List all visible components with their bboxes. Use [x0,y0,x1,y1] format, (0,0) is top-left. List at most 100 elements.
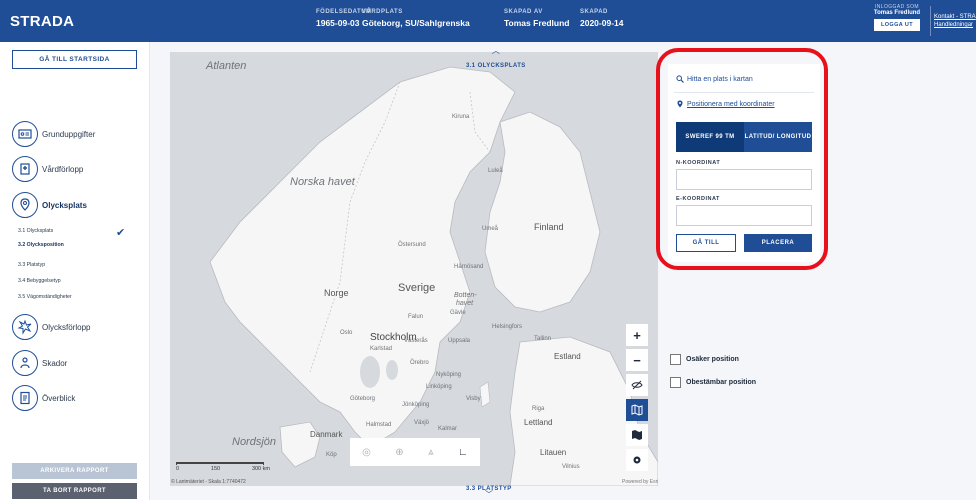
map-label-kob: Köp [326,452,337,458]
delete-report-button[interactable]: TA BORT RAPPORT [12,483,137,499]
nav-label: Överblick [42,393,76,403]
location-icon [12,192,38,218]
contact-link[interactable]: Kontakt - STRA [934,13,976,21]
chevron-down-icon: ﹀ [484,490,493,499]
map-label-riga: Riga [532,406,545,412]
map-label-havet: havet [456,300,474,307]
map-label-goteborg: Göteborg [350,396,376,402]
scale-150: 150 [210,466,221,472]
measure-icon[interactable]: ∟ [458,447,468,458]
map-scale: 0 150 300 km [176,462,270,472]
settings-button[interactable] [626,449,648,471]
check-icon: ✔ [116,227,126,239]
map-label-orebro: Örebro [410,360,429,366]
map-label-danmark: Danmark [310,430,343,439]
chevron-up-icon: ︿ [491,46,500,55]
header-links: Kontakt - STRA Handledningar [934,13,976,29]
map-label-lulea: Luleå [488,168,503,174]
map-label-nykoping: Nyköping [436,372,462,378]
map-label-jonkoping: Jönköping [402,402,430,408]
undeterminable-position-box[interactable] [670,377,681,388]
target-icon[interactable]: ◎ [362,447,371,458]
road-icon[interactable]: ⩓ [428,447,434,458]
created-by-value: Tomas Fredlund [504,18,570,28]
powered-by: Powered by Esri [622,479,659,485]
scale-300: 300 km [251,466,270,472]
uncertain-position-checkbox[interactable]: Osäker position [670,354,739,365]
map-label-vaxjo: Växjö [414,420,430,426]
subitem-platstyp[interactable]: 3.3 Platstyp [18,262,45,268]
map-label-nordsjon: Nordsjön [232,436,277,448]
map-label-gavle: Gävle [450,310,466,316]
created-value: 2020-09-14 [580,18,624,28]
undeterminable-position-checkbox[interactable]: Obestämbar position [670,377,756,388]
careplace-value: Göteborg, SU/Sahlgrenska [362,18,470,28]
prev-section-label: 3.1 OLYCKSPLATS [466,63,526,69]
basemap-icon [632,430,642,440]
gear-icon [633,456,641,464]
map-label-visby: Visby [466,396,481,402]
zoom-in-button[interactable]: + [626,324,648,346]
nav-olycksplats[interactable]: Olycksplats [12,192,87,218]
map-label-lettland: Lettland [524,418,553,427]
map-label-norge: Norge [324,288,349,298]
map-label-vasteras: Västerås [404,338,428,344]
subitem-bebyggelsetyp[interactable]: 3.4 Bebyggelsetyp [18,278,61,284]
next-section-link[interactable]: 3.3 PLATSTYP ﹀ [466,486,512,499]
map-toolbar: ◎ ⊕ ⩓ ∟ [350,438,480,466]
nav-overblick[interactable]: Överblick [12,385,75,411]
nav-label: Olycksförlopp [42,322,91,332]
map-label-litauen: Litauen [540,448,567,457]
map-view[interactable]: Atlanten Norska havet Nordsjön Sverige N… [170,52,658,486]
prev-section-link[interactable]: ︿ 3.1 OLYCKSPLATS [466,47,526,72]
map-attribution: © Lantmäteriet - Skala 1:7740472 [171,479,246,485]
subitem-vagomstandigheter[interactable]: 3.5 Vägomständigheter [18,294,72,300]
document-icon [12,385,38,411]
undeterminable-position-label: Obestämbar position [686,379,757,386]
hide-layer-button[interactable] [626,374,648,396]
careplace-label: VÅRDPLATS [362,9,403,15]
nav-label: Grunduppgifter [42,129,96,139]
map-label-halmstad: Halmstad [366,422,392,428]
map-label-linkoping: Linköping [426,384,452,390]
basemap-button[interactable] [626,424,648,446]
home-button[interactable]: GÅ TILL STARTSIDA [12,50,137,69]
map-label-harnosand: Härnösand [454,264,484,270]
nav-label: Vårdförlopp [42,164,84,174]
logout-button[interactable]: LOGGA UT [874,19,920,31]
nav-skador[interactable]: Skador [12,350,67,376]
guides-link[interactable]: Handledningar [934,21,976,29]
map-label-tallinn: Tallinn [534,336,552,342]
subitem-olycksplats[interactable]: 3.1 Olycksplats [18,228,53,234]
eye-off-icon [631,380,643,390]
map-label-atlanten: Atlanten [206,60,247,72]
uncertain-position-box[interactable] [670,354,681,365]
map-icon [631,404,643,416]
header-divider [930,6,931,36]
nav-label: Skador [42,358,68,368]
zoom-out-button[interactable]: − [626,349,648,371]
nav-grunduppgifter[interactable]: Grunduppgifter [12,121,95,147]
zoom-search-icon[interactable]: ⊕ [395,447,403,458]
map-label-helsingfors: Helsingfors [492,324,523,330]
subitem-olycksposition[interactable]: 3.2 Olycksposition [18,242,64,248]
login-box: INLOGGAD SOM Tomas Fredlund LOGGA UT [868,4,926,31]
map-layer-button[interactable] [626,399,648,421]
map-label-kiruna: Kiruna [452,114,470,120]
app-brand: STRADA [10,13,75,30]
nav-label: Olycksplats [42,200,87,210]
map-label-finland: Finland [534,222,564,232]
hospital-icon [12,156,38,182]
nav-olycksforlopp[interactable]: Olycksförlopp [12,314,90,340]
map-label-sverige: Sverige [398,282,436,294]
app-header: STRADA FÖDELSEDATUM 1965-09-03 VÅRDPLATS… [0,0,976,42]
map-label-karlstad: Karlstad [370,346,393,352]
map-label-ostersund: Östersund [398,242,426,248]
nav-vardforlopp[interactable]: Vårdförlopp [12,156,83,182]
map-label-kalmar: Kalmar [438,426,458,432]
map-label-oslo: Oslo [340,330,353,336]
header-careplace: VÅRDPLATS Göteborg, SU/Sahlgrenska [362,9,470,28]
header-created-by: SKAPAD AV Tomas Fredlund [504,9,570,28]
archive-report-button[interactable]: ARKIVERA RAPPORT [12,463,137,479]
map-label-uppsala: Uppsala [448,338,471,344]
